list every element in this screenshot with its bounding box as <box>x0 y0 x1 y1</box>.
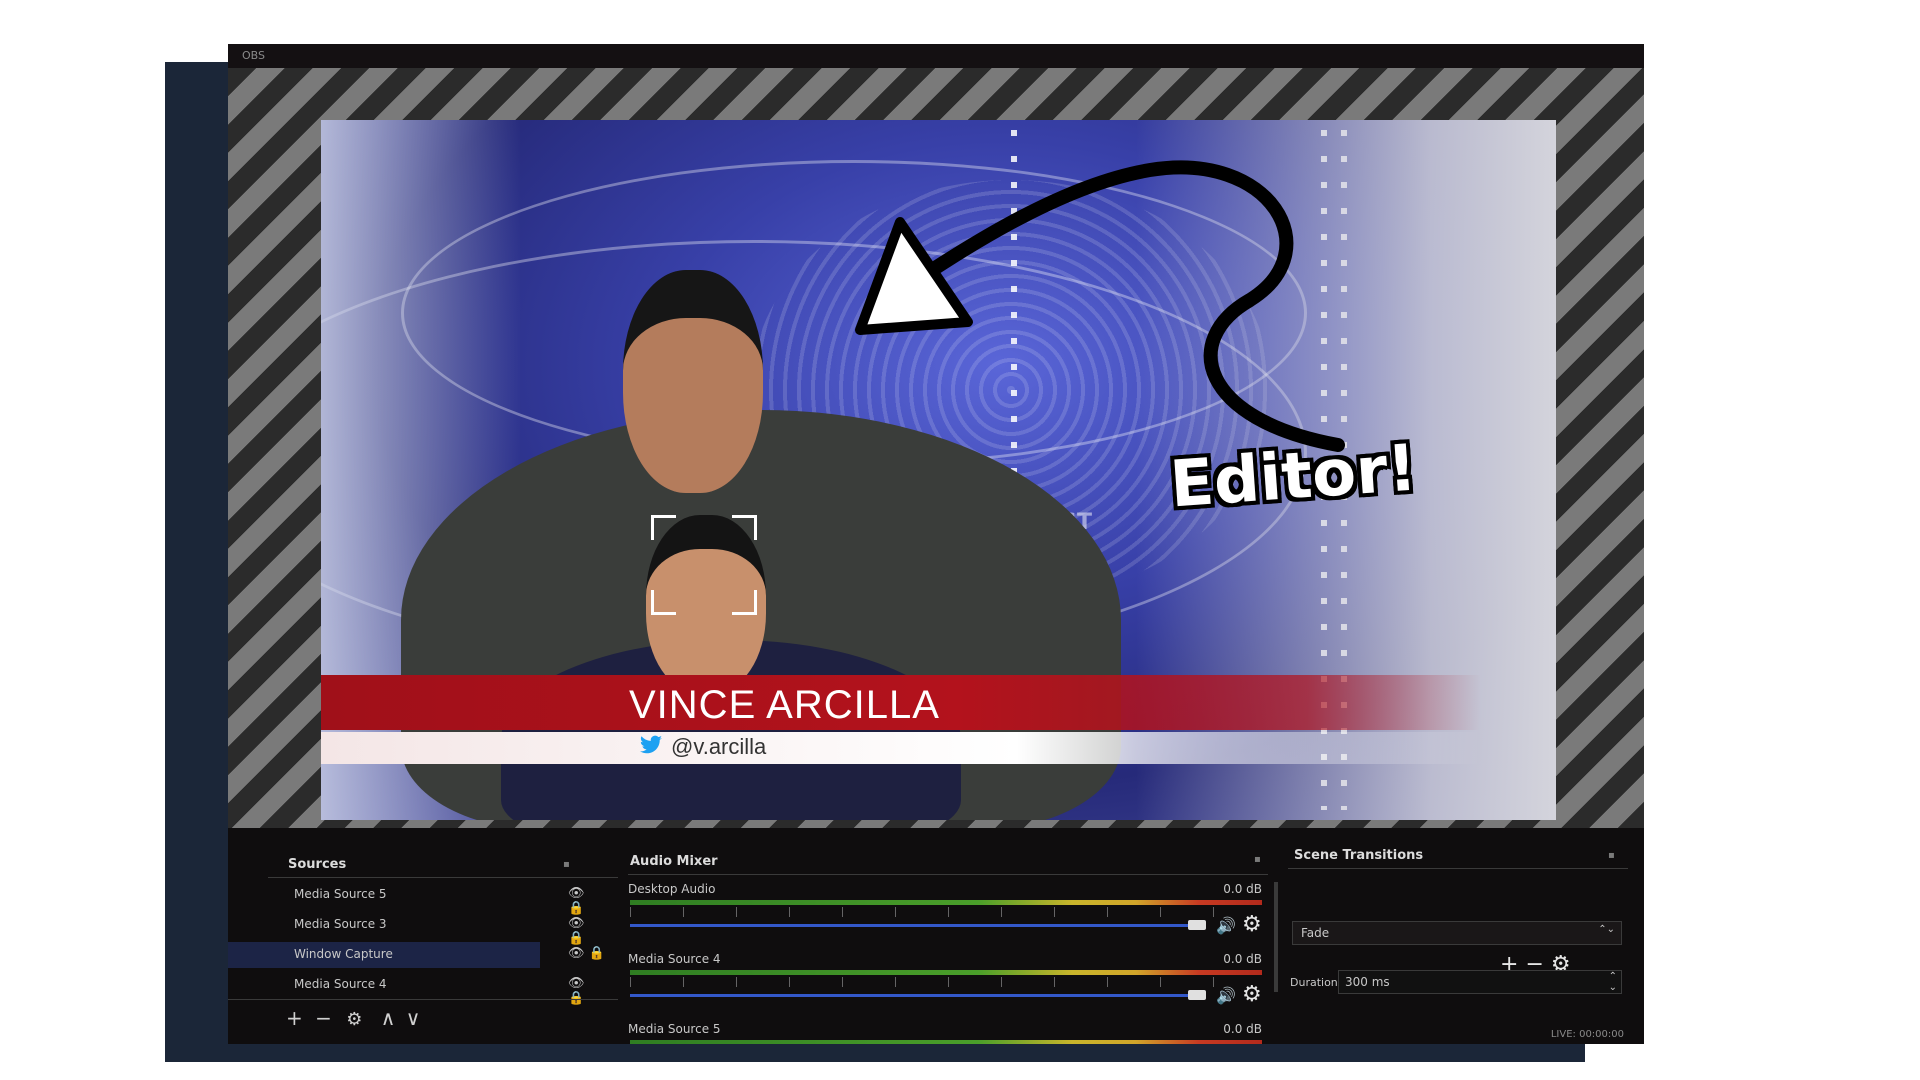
sources-toolbar: + − ⚙ ∧ ∨ <box>286 1006 420 1030</box>
source-item-selected[interactable]: Window Capture <box>228 942 540 968</box>
volume-meter <box>630 900 1262 905</box>
duration-input[interactable]: 300 ms ⌃ ⌄ <box>1338 970 1622 994</box>
lower-third-name: VINCE ARCILLA <box>629 683 940 727</box>
source-item[interactable]: Media Source 5 👁 🔒 <box>228 882 598 916</box>
mixer-scrollbar[interactable] <box>1274 882 1278 992</box>
duration-label: Duration <box>1290 976 1338 989</box>
lower-third-white-bar <box>321 732 1481 764</box>
source-label: Media Source 3 <box>294 917 387 931</box>
visibility-lock-icons[interactable]: 👁 🔒 <box>568 946 605 961</box>
panel-menu-icon[interactable]: ▪ <box>1608 850 1615 861</box>
mixer-channel: Desktop Audio 0.0 dB 🔊 ⚙ <box>628 882 1268 952</box>
audio-mixer-title: Audio Mixer <box>630 854 718 869</box>
gear-icon[interactable]: ⚙ <box>1242 912 1262 937</box>
audio-mixer-divider <box>628 874 1268 875</box>
sources-divider <box>268 877 618 878</box>
mixer-channel: Media Source 4 0.0 dB 🔊 ⚙ <box>628 952 1268 1022</box>
source-settings-button[interactable]: ⚙ <box>346 1009 362 1030</box>
visibility-lock-icons[interactable]: 👁 🔒 <box>568 976 598 1006</box>
gear-icon[interactable]: ⚙ <box>1242 982 1262 1007</box>
volume-meter <box>630 1040 1262 1044</box>
channel-name: Media Source 4 <box>628 952 721 966</box>
window-title: OBS <box>242 49 265 62</box>
chevron-down-icon: ⌃⌄ <box>1598 924 1615 935</box>
fader-knob[interactable] <box>1188 920 1206 930</box>
title-bar: OBS <box>228 44 1644 68</box>
mixer-channel: Media Source 5 0.0 dB <box>628 1022 1268 1044</box>
meter-ticks <box>630 907 1262 917</box>
source-label: Media Source 4 <box>294 977 387 991</box>
duration-value: 300 ms <box>1345 975 1390 989</box>
channel-name: Desktop Audio <box>628 882 716 896</box>
panel-menu-icon[interactable]: ▪ <box>1254 854 1261 865</box>
meter-ticks <box>630 977 1262 987</box>
person-back-head <box>623 270 763 493</box>
twitter-icon <box>639 735 663 759</box>
channel-db: 0.0 dB <box>1223 1022 1262 1036</box>
lower-third: VINCE ARCILLA @v.arcilla <box>321 675 1481 771</box>
channel-name: Media Source 5 <box>628 1022 721 1036</box>
visibility-lock-icons[interactable]: 👁 🔒 <box>568 916 598 946</box>
volume-fader[interactable] <box>630 994 1190 997</box>
transitions-divider <box>1288 868 1628 869</box>
scene-transitions-title: Scene Transitions <box>1294 848 1424 863</box>
lower-third-handle: @v.arcilla <box>671 734 767 759</box>
spinner-icon[interactable]: ⌃ ⌄ <box>1609 971 1617 993</box>
speaker-icon[interactable]: 🔊 <box>1216 986 1236 1005</box>
move-source-down-button[interactable]: ∨ <box>406 1006 421 1030</box>
volume-meter <box>630 970 1262 975</box>
transition-selected: Fade <box>1301 926 1330 940</box>
preview-area[interactable]: FIRST VINCE ARCILLA @v.arcilla <box>228 68 1644 828</box>
source-label: Window Capture <box>294 947 393 961</box>
source-item[interactable]: Media Source 3 👁 🔒 <box>228 912 598 946</box>
panel-menu-icon[interactable]: ▪ <box>563 859 570 870</box>
move-source-up-button[interactable]: ∧ <box>381 1006 396 1030</box>
face-focus-frame <box>651 515 757 615</box>
fader-knob[interactable] <box>1188 990 1206 1000</box>
sources-footer-divider <box>228 999 618 1000</box>
channel-db: 0.0 dB <box>1223 882 1262 896</box>
status-bar: LIVE: 00:00:00 <box>1550 1029 1624 1040</box>
speaker-icon[interactable]: 🔊 <box>1216 916 1236 935</box>
transition-select[interactable]: Fade ⌃⌄ <box>1292 921 1622 945</box>
channel-db: 0.0 dB <box>1223 952 1262 966</box>
source-item[interactable]: Media Source 4 👁 🔒 <box>228 972 598 1006</box>
volume-fader[interactable] <box>630 924 1190 927</box>
add-source-button[interactable]: + <box>286 1006 303 1030</box>
obs-window: OBS FIRST VINC <box>228 44 1644 1044</box>
remove-source-button[interactable]: − <box>315 1006 332 1030</box>
source-label: Media Source 5 <box>294 887 387 901</box>
sources-title: Sources <box>288 857 347 872</box>
